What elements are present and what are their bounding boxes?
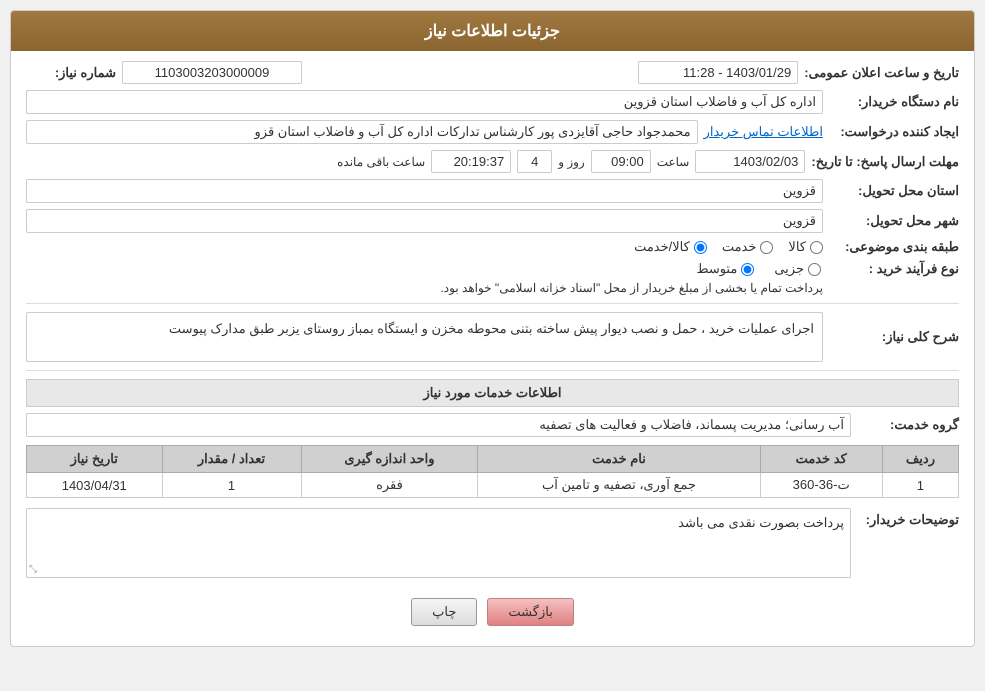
service-group-row: گروه خدمت: آب رسانی؛ مدیریت پسماند، فاضل… <box>26 413 959 437</box>
cell-kod: ت-36-360 <box>760 473 882 498</box>
tabaqe-kala-label: کالا <box>788 239 806 255</box>
sharh-label: شرح کلی نیاز: <box>829 329 959 345</box>
tabaqe-kala-radio[interactable] <box>810 241 823 254</box>
buyer-notes-box: پرداخت بصورت نقدی می باشد ⤡ <box>26 508 851 578</box>
buyer-notes-value: پرداخت بصورت نقدی می باشد <box>678 515 844 530</box>
service-info-title: اطلاعات خدمات مورد نیاز <box>26 379 959 407</box>
noefrayand-note: پرداخت تمام یا بخشی از مبلغ خریدار از مح… <box>26 281 823 295</box>
print-button[interactable]: چاپ <box>411 598 477 626</box>
mohlat-days: 4 <box>517 150 552 173</box>
namdastgah-value: اداره کل آب و فاضلاب استان قزوین <box>26 90 823 114</box>
eijadkonande-link[interactable]: اطلاعات تماس خریدار <box>704 124 823 140</box>
col-radif: ردیف <box>882 446 958 473</box>
remaining-label: ساعت باقی مانده <box>337 155 425 169</box>
tarikhalan-value: 1403/01/29 - 11:28 <box>638 61 798 84</box>
shmarehniaz-label: شماره نیاز: <box>26 65 116 81</box>
buyer-notes-label: توضیحات خریدار: <box>859 508 959 578</box>
col-tedad: تعداد / مقدار <box>162 446 301 473</box>
resize-icon: ⤡ <box>29 564 37 575</box>
col-kodkhadamat: کد خدمت <box>760 446 882 473</box>
noefrayand-motevaset-label: متوسط <box>696 261 737 277</box>
tabaqe-row: طبقه بندی موضوعی: کالا خدمت کالا/خدمت <box>26 239 959 255</box>
noefrayand-section: نوع فرآیند خرید : جزیی متوسط پرداخت تمام… <box>26 261 959 295</box>
noefrayand-motevaset-option[interactable]: متوسط <box>696 261 754 277</box>
cell-vahed: فقره <box>301 473 478 498</box>
tarikhalan-label: تاریخ و ساعت اعلان عمومی: <box>804 65 959 81</box>
divider-1 <box>26 303 959 304</box>
namdastgah-row: نام دستگاه خریدار: اداره کل آب و فاضلاب … <box>26 90 959 114</box>
mohlat-label: مهلت ارسال پاسخ: تا تاریخ: <box>811 154 959 170</box>
cell-tarikh: 1403/04/31 <box>27 473 163 498</box>
mohlat-date: 1403/02/03 <box>695 150 805 173</box>
mohlat-row: مهلت ارسال پاسخ: تا تاریخ: 1403/02/03 سا… <box>26 150 959 173</box>
tabaqe-kala-option[interactable]: کالا <box>788 239 823 255</box>
ostan-label: استان محل تحویل: <box>829 183 959 199</box>
back-button[interactable]: بازگشت <box>487 598 573 626</box>
services-table: ردیف کد خدمت نام خدمت واحد اندازه گیری ت… <box>26 445 959 498</box>
noefrayand-row: نوع فرآیند خرید : جزیی متوسط <box>26 261 959 277</box>
service-group-value: آب رسانی؛ مدیریت پسماند، فاضلاب و فعالیت… <box>26 413 851 437</box>
cell-radif: 1 <box>882 473 958 498</box>
noefrayand-jozii-option[interactable]: جزیی <box>774 261 821 277</box>
service-group-label: گروه خدمت: <box>859 417 959 433</box>
tabaqe-kala-khadamat-option[interactable]: کالا/خدمت <box>634 239 707 255</box>
sharh-value: اجرای عملیات خرید ، حمل و نصب دیوار پیش … <box>26 312 823 362</box>
cell-nam: جمع آوری، تصفیه و تامین آب <box>478 473 760 498</box>
tabaqe-khadamat-label: خدمت <box>722 239 757 255</box>
table-row: 1 ت-36-360 جمع آوری، تصفیه و تامین آب فق… <box>27 473 959 498</box>
eijadkonande-row: ایجاد کننده درخواست: اطلاعات تماس خریدار… <box>26 120 959 144</box>
ostan-row: استان محل تحویل: قزوین <box>26 179 959 203</box>
noefrayand-radio-group: جزیی متوسط <box>696 261 821 277</box>
tabaqe-kala-khadamat-radio[interactable] <box>694 241 707 254</box>
shmarehniaz-value: 1103003203000009 <box>122 61 302 84</box>
col-tarikh: تاریخ نیاز <box>27 446 163 473</box>
buttons-row: بازگشت چاپ <box>26 588 959 636</box>
tabaqe-khadamat-radio[interactable] <box>760 241 773 254</box>
col-namkhadamat: نام خدمت <box>478 446 760 473</box>
tabaqe-khadamat-option[interactable]: خدمت <box>722 239 774 255</box>
eijadkonande-label: ایجاد کننده درخواست: <box>829 124 959 140</box>
noefrayand-label: نوع فرآیند خرید : <box>829 261 959 277</box>
time-label: ساعت <box>657 155 690 169</box>
tabaqe-radio-group: کالا خدمت کالا/خدمت <box>634 239 823 255</box>
namdastgah-label: نام دستگاه خریدار: <box>829 94 959 110</box>
noefrayand-jozii-label: جزیی <box>774 261 804 277</box>
col-vahed: واحد اندازه گیری <box>301 446 478 473</box>
mohlat-time: 09:00 <box>591 150 651 173</box>
cell-tedad: 1 <box>162 473 301 498</box>
eijadkonande-value: محمدجواد حاجی آقایزدی پور کارشناس تدارکا… <box>26 120 698 144</box>
shahr-value: قزوین <box>26 209 823 233</box>
noefrayand-jozii-radio[interactable] <box>808 263 821 276</box>
tabaqe-kala-khadamat-label: کالا/خدمت <box>634 239 690 255</box>
table-header-row: ردیف کد خدمت نام خدمت واحد اندازه گیری ت… <box>27 446 959 473</box>
page-header: جزئیات اطلاعات نیاز <box>11 11 974 51</box>
shahr-label: شهر محل تحویل: <box>829 213 959 229</box>
mohlat-remaining: 20:19:37 <box>431 150 511 173</box>
buyer-notes-section: توضیحات خریدار: پرداخت بصورت نقدی می باش… <box>26 508 959 578</box>
tabaqe-label: طبقه بندی موضوعی: <box>829 239 959 255</box>
shmarehniaz-row: تاریخ و ساعت اعلان عمومی: 1403/01/29 - 1… <box>26 61 959 84</box>
page-title: جزئیات اطلاعات نیاز <box>425 23 560 40</box>
day-label: روز و <box>558 155 585 169</box>
noefrayand-motevaset-radio[interactable] <box>741 263 754 276</box>
shahr-row: شهر محل تحویل: قزوین <box>26 209 959 233</box>
ostan-value: قزوین <box>26 179 823 203</box>
divider-2 <box>26 370 959 371</box>
sharh-row: شرح کلی نیاز: اجرای عملیات خرید ، حمل و … <box>26 312 959 362</box>
